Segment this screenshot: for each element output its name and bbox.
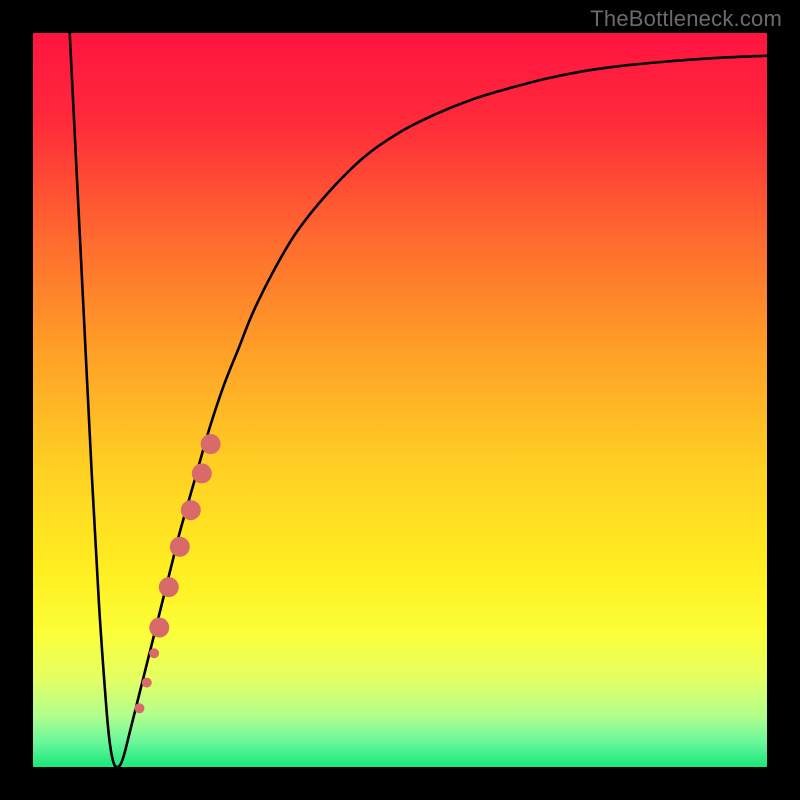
scatter-marker xyxy=(201,434,221,454)
scatter-marker xyxy=(170,537,190,557)
scatter-marker xyxy=(192,463,212,483)
scatter-marker xyxy=(149,618,169,638)
bottleneck-chart xyxy=(33,33,767,767)
scatter-marker xyxy=(181,500,201,520)
scatter-marker xyxy=(159,577,179,597)
scatter-marker xyxy=(149,648,159,658)
gradient-background xyxy=(33,33,767,767)
watermark-label: TheBottleneck.com xyxy=(590,6,782,32)
scatter-marker xyxy=(134,703,144,713)
scatter-marker xyxy=(142,678,152,688)
chart-frame: TheBottleneck.com xyxy=(0,0,800,800)
